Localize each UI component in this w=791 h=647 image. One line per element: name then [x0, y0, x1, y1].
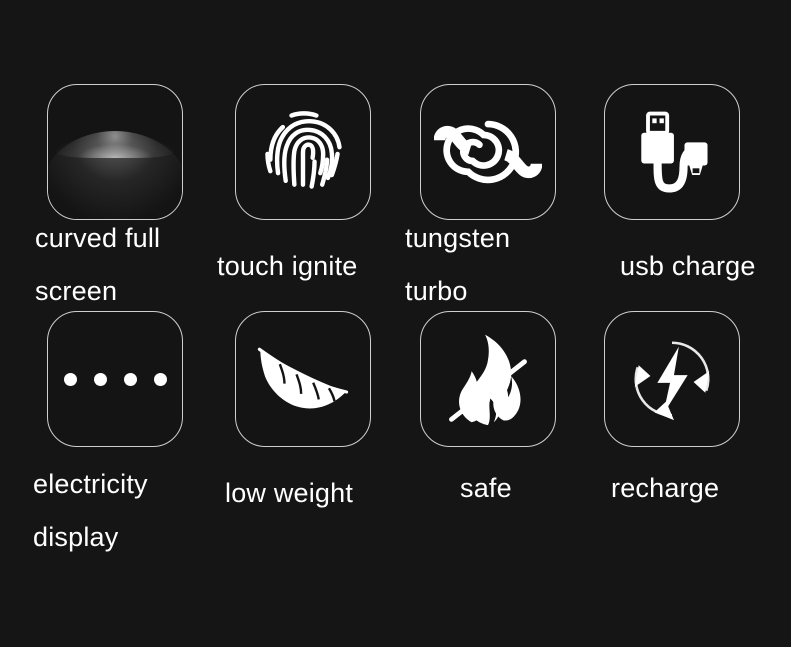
tile-usb-charge: [604, 84, 740, 220]
spiral-coil-icon: [421, 85, 555, 219]
tile-low-weight: [235, 311, 371, 447]
tile-electricity-display: [47, 311, 183, 447]
feature-label-safe: safe: [460, 473, 512, 503]
feature-label-electricity-display-line2: display: [33, 522, 119, 552]
feather-icon: [236, 312, 370, 446]
curved-screen-icon: [48, 85, 182, 219]
tile-tungsten-turbo: [420, 84, 556, 220]
feature-grid: curved full screen touch ignite tungsten…: [0, 0, 791, 647]
feature-label-usb-charge: usb charge: [620, 251, 756, 281]
feature-label-low-weight: low weight: [225, 478, 354, 508]
feature-label-recharge: recharge: [611, 473, 720, 503]
recharge-lightning-icon: [605, 312, 739, 446]
feature-label-touch-ignite: touch ignite: [217, 251, 358, 281]
four-dots-icon: [48, 312, 182, 446]
tile-recharge: [604, 311, 740, 447]
feature-label-tungsten-turbo: tungsten: [405, 223, 511, 253]
tile-touch-ignite: [235, 84, 371, 220]
fingerprint-icon: [236, 85, 370, 219]
usb-cable-icon: [605, 85, 739, 219]
tile-curved-full-screen: [47, 84, 183, 220]
tile-safe: [420, 311, 556, 447]
feature-label-curved-full-screen: curved full: [35, 223, 161, 253]
flame-icon: [421, 312, 555, 446]
feature-label-electricity-display: electricity: [33, 469, 148, 499]
